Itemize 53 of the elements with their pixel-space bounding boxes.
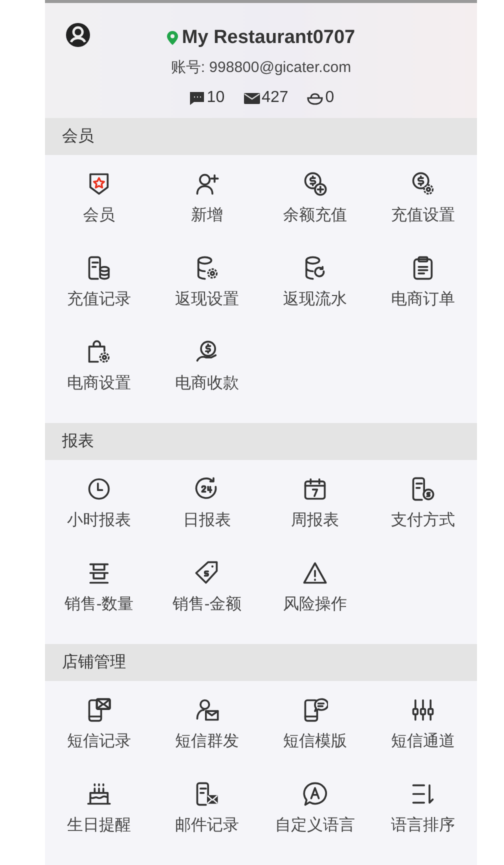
account-icon[interactable]: [64, 21, 92, 49]
price-tag-icon: [194, 560, 220, 586]
menu-item[interactable]: 电商设置: [45, 333, 153, 417]
menu-item[interactable]: 短信模版: [261, 691, 369, 775]
bag-gear-icon: [86, 339, 112, 365]
sliders-icon: [410, 697, 436, 723]
menu-item[interactable]: 电商订单: [369, 249, 477, 333]
section-title: 会员: [62, 126, 94, 146]
message-icon: [188, 90, 206, 106]
menu-item[interactable]: 邮件记录: [153, 775, 261, 859]
menu-item[interactable]: 新增: [153, 165, 261, 249]
phone-mail-icon: [86, 697, 112, 723]
count-value: 0: [325, 88, 334, 108]
menu-item[interactable]: 返现流水: [261, 249, 369, 333]
user-plus-icon: [194, 171, 220, 197]
menu-item[interactable]: 自定义语言: [261, 775, 369, 859]
restaurant-name: My Restaurant0707: [182, 26, 356, 50]
section-title: 店铺管理: [62, 652, 126, 672]
count-value: 10: [206, 88, 225, 108]
menu-item[interactable]: 风险操作: [261, 554, 369, 638]
account-email: 账号: 998800@gicater.com: [170, 58, 352, 78]
menu-item[interactable]: 日报表: [153, 470, 261, 554]
menu-item[interactable]: 周报表: [261, 470, 369, 554]
menu-item[interactable]: 电商收款: [153, 333, 261, 417]
speech-bubble-icon: [302, 781, 328, 807]
menu-item[interactable]: 支付方式: [369, 470, 477, 554]
location-pin-icon: [166, 31, 178, 45]
menu-item[interactable]: 短信群发: [153, 691, 261, 775]
menu-item[interactable]: 小时报表: [45, 470, 153, 554]
coin-gear-icon: [410, 171, 436, 197]
menu-item[interactable]: 短信通道: [369, 691, 477, 775]
person-mail-icon: [194, 697, 220, 723]
count-value: 427: [262, 88, 288, 108]
document-coin-icon: [410, 476, 436, 502]
cake-icon: [86, 781, 112, 807]
menu-item[interactable]: 销售-金额: [153, 554, 261, 638]
menu-item[interactable]: 返现设置: [153, 249, 261, 333]
phone-chat-icon: [302, 697, 328, 723]
clock-icon: [86, 476, 112, 502]
menu-item[interactable]: 充值设置: [369, 165, 477, 249]
menu-item[interactable]: 短信记录: [45, 691, 153, 775]
menu-item[interactable]: 语言排序: [369, 775, 477, 859]
section-title: 报表: [62, 432, 94, 452]
menu-item[interactable]: 销售-数量: [45, 554, 153, 638]
menu-item[interactable]: 余额充值: [261, 165, 369, 249]
menu-item[interactable]: 充值记录: [45, 249, 153, 333]
coin-plus-icon: [302, 171, 328, 197]
document-database-icon: [86, 255, 112, 281]
menu-item[interactable]: 会员: [45, 165, 153, 249]
document-mail-icon: [194, 781, 220, 807]
menu-item[interactable]: 生日提醒: [45, 775, 153, 859]
warning-icon: [302, 560, 328, 586]
calendar-icon: [302, 476, 328, 502]
